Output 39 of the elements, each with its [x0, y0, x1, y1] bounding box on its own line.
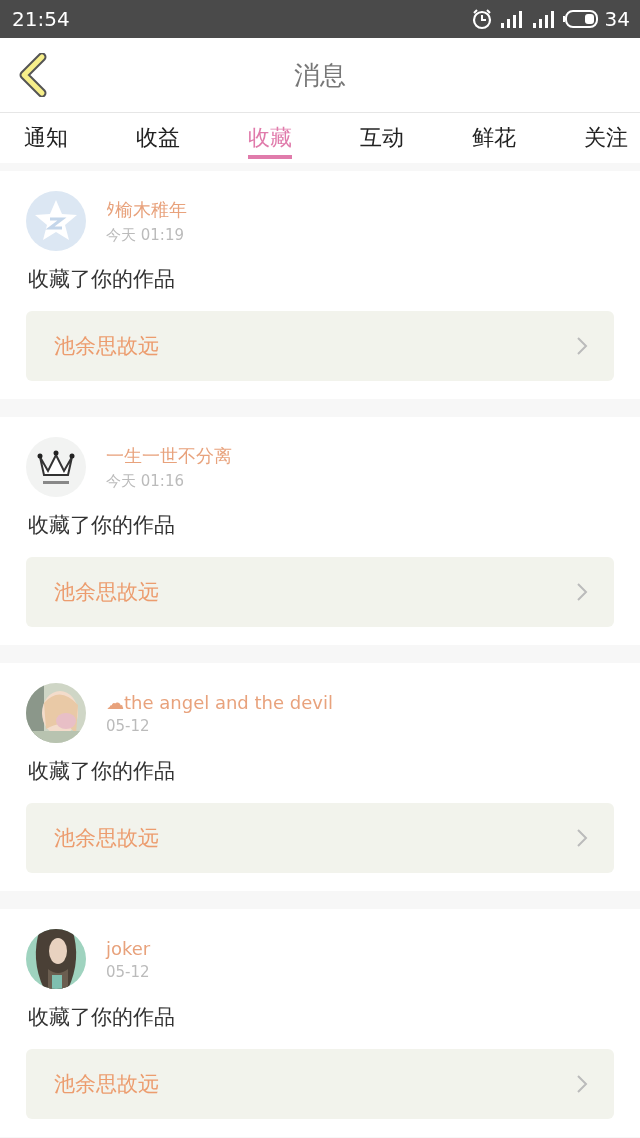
- status-time: 21:54: [12, 7, 70, 31]
- chevron-right-icon: [576, 336, 588, 356]
- message-text: 收藏了你的作品: [28, 1004, 176, 1031]
- work-card[interactable]: 池余思故远: [26, 311, 614, 381]
- message-time: 05-12: [106, 962, 151, 981]
- chevron-right-icon: [576, 1074, 588, 1094]
- user-name[interactable]: ﾀ榆木稚年: [106, 197, 187, 222]
- message-time: 05-12: [106, 716, 151, 735]
- work-title: 池余思故远: [54, 1071, 159, 1098]
- signal-icon: [498, 8, 525, 30]
- chevron-right-icon: [576, 582, 588, 602]
- user-name[interactable]: 一生一世不分离: [106, 443, 232, 468]
- chevron-right-icon: [576, 828, 588, 848]
- signal-icon: [530, 8, 557, 30]
- work-card[interactable]: 池余思故远: [26, 1049, 614, 1119]
- work-title: 池余思故远: [54, 333, 159, 360]
- battery-level: 34: [604, 7, 630, 31]
- work-title: 池余思故远: [54, 825, 159, 852]
- back-icon[interactable]: [18, 53, 48, 97]
- work-card[interactable]: 池余思故远: [26, 803, 614, 873]
- tab[interactable]: 收益: [136, 113, 180, 159]
- tab[interactable]: 通知: [24, 113, 68, 159]
- tab[interactable]: 鲜花: [472, 113, 516, 159]
- alarm-icon: [470, 8, 493, 30]
- page-title: 消息: [294, 58, 346, 92]
- message-text: 收藏了你的作品: [28, 512, 176, 539]
- tab[interactable]: 收藏: [248, 113, 292, 159]
- message-time: 今天 01:19: [106, 225, 185, 245]
- message-text: 收藏了你的作品: [28, 266, 176, 293]
- tab[interactable]: 互动: [360, 113, 404, 159]
- work-card[interactable]: 池余思故远: [26, 557, 614, 627]
- message-time: 今天 01:16: [106, 471, 185, 491]
- tab[interactable]: 关注: [584, 113, 628, 159]
- avatar-icon: [26, 191, 86, 251]
- message-text: 收藏了你的作品: [28, 758, 176, 785]
- user-name[interactable]: joker: [106, 937, 151, 959]
- work-title: 池余思故远: [54, 579, 159, 606]
- battery-icon: [562, 9, 599, 29]
- user-name[interactable]: ☁the angel and the devil: [106, 691, 333, 713]
